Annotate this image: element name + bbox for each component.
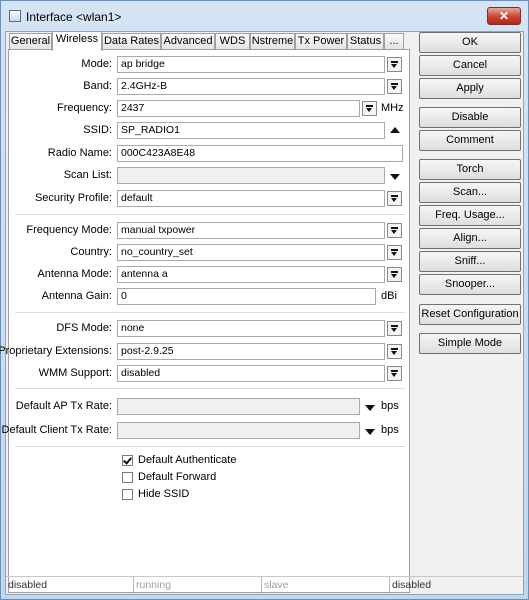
country-label: Country: bbox=[70, 246, 112, 258]
radio-name-label: Radio Name: bbox=[47, 147, 112, 159]
country-dropdown-icon[interactable] bbox=[387, 245, 402, 260]
antenna-mode-select[interactable]: antenna a bbox=[117, 266, 385, 283]
status-slave: slave bbox=[262, 576, 390, 594]
tab-status[interactable]: Status bbox=[347, 33, 384, 50]
hide-ssid-checkbox[interactable] bbox=[122, 489, 133, 500]
window-title: Interface <wlan1> bbox=[26, 10, 122, 24]
separator bbox=[15, 214, 405, 215]
frequency-label: Frequency: bbox=[56, 102, 112, 114]
proprietary-extensions-dropdown-icon[interactable] bbox=[387, 344, 402, 359]
default-authenticate-checkbox[interactable] bbox=[122, 455, 133, 466]
separator bbox=[15, 312, 405, 313]
status-state: disabled bbox=[390, 576, 523, 594]
band-dropdown-icon[interactable] bbox=[387, 79, 402, 94]
tab-wds[interactable]: WDS bbox=[215, 33, 250, 50]
freq-usage-button[interactable]: Freq. Usage... bbox=[419, 205, 521, 226]
frequency-mode-dropdown-icon[interactable] bbox=[387, 223, 402, 238]
proprietary-extensions-label: Proprietary Extensions: bbox=[0, 345, 112, 357]
separator bbox=[15, 388, 405, 389]
sniff-button[interactable]: Sniff... bbox=[419, 251, 521, 272]
mode-dropdown-icon[interactable] bbox=[387, 57, 402, 72]
tab-wireless[interactable]: Wireless bbox=[52, 31, 102, 51]
tab-general[interactable]: General bbox=[9, 33, 52, 50]
wmm-support-dropdown-icon[interactable] bbox=[387, 366, 402, 381]
wmm-support-label: WMM Support: bbox=[38, 367, 112, 379]
frequency-mode-label: Frequency Mode: bbox=[26, 224, 112, 236]
expand-arrow-icon[interactable] bbox=[390, 174, 400, 180]
title-bar[interactable]: Interface <wlan1> ✕ bbox=[1, 1, 528, 31]
antenna-gain-input[interactable]: 0 bbox=[117, 288, 376, 305]
wmm-support-select[interactable]: disabled bbox=[117, 365, 385, 382]
cancel-button[interactable]: Cancel bbox=[419, 55, 521, 76]
antenna-gain-unit: dBi bbox=[381, 290, 397, 302]
mode-select[interactable]: ap bridge bbox=[117, 56, 385, 73]
wireless-tab-panel: Mode: ap bridge Band: 2.4GHz-B Frequency… bbox=[0, 49, 410, 593]
security-profile-label: Security Profile: bbox=[34, 192, 112, 204]
mode-label: Mode: bbox=[81, 58, 112, 70]
status-bar: disabled running slave disabled bbox=[6, 576, 523, 594]
dfs-mode-label: DFS Mode: bbox=[56, 322, 112, 334]
antenna-gain-label: Antenna Gain: bbox=[41, 290, 112, 302]
torch-button[interactable]: Torch bbox=[419, 159, 521, 180]
antenna-mode-dropdown-icon[interactable] bbox=[387, 267, 402, 282]
default-forward-checkbox[interactable] bbox=[122, 472, 133, 483]
expand-arrow-icon[interactable] bbox=[365, 405, 375, 411]
scan-list-input[interactable] bbox=[117, 167, 385, 184]
default-authenticate-label: Default Authenticate bbox=[138, 454, 237, 466]
security-profile-dropdown-icon[interactable] bbox=[387, 191, 402, 206]
frequency-mode-select[interactable]: manual txpower bbox=[117, 222, 385, 239]
tab-more[interactable]: ... bbox=[384, 33, 404, 50]
tab-data-rates[interactable]: Data Rates bbox=[102, 33, 161, 50]
default-ap-tx-rate-label: Default AP Tx Rate: bbox=[15, 400, 112, 412]
tab-nstreme[interactable]: Nstreme bbox=[250, 33, 295, 50]
ssid-input[interactable]: SP_RADIO1 bbox=[117, 122, 385, 139]
ssid-label: SSID: bbox=[83, 124, 112, 136]
status-enabled: disabled bbox=[6, 576, 134, 594]
band-label: Band: bbox=[83, 80, 112, 92]
radio-name-input[interactable]: 000C423A8E48 bbox=[117, 145, 403, 162]
default-client-tx-rate-label: Default Client Tx Rate: bbox=[1, 424, 112, 436]
reset-configuration-button[interactable]: Reset Configuration bbox=[419, 304, 521, 325]
dfs-mode-dropdown-icon[interactable] bbox=[387, 321, 402, 336]
comment-button[interactable]: Comment bbox=[419, 130, 521, 151]
security-profile-select[interactable]: default bbox=[117, 190, 385, 207]
antenna-mode-label: Antenna Mode: bbox=[37, 268, 112, 280]
interface-window: Interface <wlan1> ✕ General Wireless Dat… bbox=[0, 0, 529, 600]
proprietary-extensions-select[interactable]: post-2.9.25 bbox=[117, 343, 385, 360]
window-client-area: General Wireless Data Rates Advanced WDS… bbox=[0, 31, 524, 595]
frequency-unit: MHz bbox=[381, 102, 404, 114]
default-client-tx-rate-unit: bps bbox=[381, 424, 399, 436]
separator bbox=[15, 446, 405, 447]
checkmark-icon bbox=[123, 455, 132, 465]
country-select[interactable]: no_country_set bbox=[117, 244, 385, 261]
disable-button[interactable]: Disable bbox=[419, 107, 521, 128]
align-button[interactable]: Align... bbox=[419, 228, 521, 249]
snooper-button[interactable]: Snooper... bbox=[419, 274, 521, 295]
dfs-mode-select[interactable]: none bbox=[117, 320, 385, 337]
default-forward-label: Default Forward bbox=[138, 471, 217, 483]
frequency-select[interactable]: 2437 bbox=[117, 100, 360, 117]
window-icon bbox=[9, 10, 21, 22]
default-client-tx-rate-input[interactable] bbox=[117, 422, 360, 439]
tab-tx-power[interactable]: Tx Power bbox=[295, 33, 347, 50]
scan-button[interactable]: Scan... bbox=[419, 182, 521, 203]
collapse-arrow-icon[interactable] bbox=[390, 127, 400, 133]
default-ap-tx-rate-input[interactable] bbox=[117, 398, 360, 415]
scan-list-label: Scan List: bbox=[63, 169, 112, 181]
default-ap-tx-rate-unit: bps bbox=[381, 400, 399, 412]
ok-button[interactable]: OK bbox=[419, 32, 521, 53]
expand-arrow-icon[interactable] bbox=[365, 429, 375, 435]
frequency-dropdown-icon[interactable] bbox=[362, 101, 377, 116]
close-button[interactable]: ✕ bbox=[487, 7, 521, 25]
band-select[interactable]: 2.4GHz-B bbox=[117, 78, 385, 95]
tab-advanced[interactable]: Advanced bbox=[161, 33, 215, 50]
hide-ssid-label: Hide SSID bbox=[138, 488, 190, 500]
status-running: running bbox=[134, 576, 262, 594]
apply-button[interactable]: Apply bbox=[419, 78, 521, 99]
simple-mode-button[interactable]: Simple Mode bbox=[419, 333, 521, 354]
